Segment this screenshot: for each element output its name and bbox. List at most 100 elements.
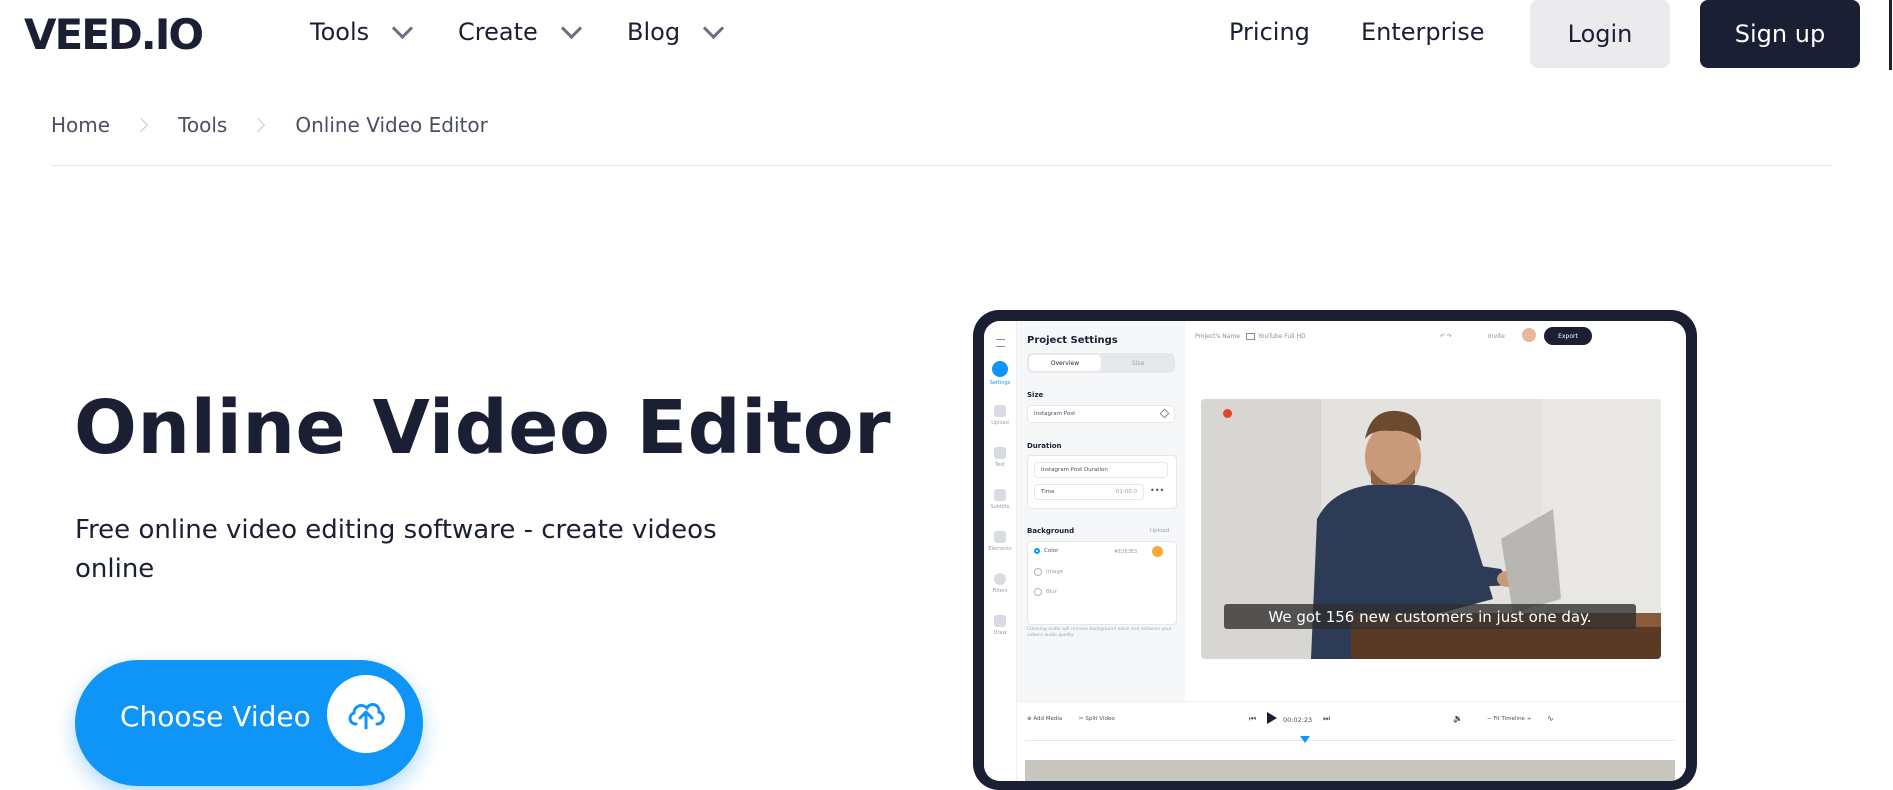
breadcrumb-tools[interactable]: Tools [178,113,227,137]
time-value: 01:00.0 [1115,489,1137,495]
timeline-thumbnails [1025,760,1675,781]
draw-icon [994,615,1006,627]
export-button: Export [1544,327,1592,345]
background-label: Background [1027,527,1075,535]
background-options: Color #E2E3E3 Image Blur [1027,541,1177,625]
size-field: Instagram Post [1027,405,1175,423]
breadcrumb: Home Tools Online Video Editor [51,113,488,137]
skip-forward-icon: ⏭ [1323,714,1331,723]
size-value: Instagram Post [1034,411,1076,417]
tab-size: Size [1131,359,1145,367]
rail-settings: Settings [990,361,1010,386]
color-swatch-icon [1152,546,1163,557]
duration-box: Instagram Post Duration Time 01:00.0 ••• [1027,455,1177,509]
nav-tools-label: Tools [310,18,370,46]
panel-title: Project Settings [1027,335,1118,346]
bg-option-label: Image [1046,569,1064,575]
choose-video-label: Choose Video [120,700,311,733]
panel-note: Cleaning audio will remove background no… [1027,627,1172,638]
invite-label: Invite [1488,333,1505,340]
chevron-down-icon [702,17,725,39]
signup-button[interactable]: Sign up [1700,0,1860,68]
bg-option-label: Blur [1046,589,1058,595]
chevron-right-icon [133,117,149,133]
rail-label: Upload [991,420,1009,426]
tab-overview: Overview [1029,355,1101,371]
add-media-label: Add Media [1033,716,1063,722]
subtitle-icon [994,489,1006,501]
video-preview: We got 156 new customers in just one day… [1201,399,1661,659]
size-label: Size [1027,391,1044,399]
duration-select: Instagram Post Duration [1034,462,1168,478]
upload-icon [994,405,1006,417]
bg-color-hex: #E2E3E3 [1114,549,1138,555]
menu-icon [996,339,1005,347]
time-label: Time [1041,489,1055,495]
volume-icon: 🔉 [1453,714,1463,723]
nav-blog-label: Blog [627,18,681,46]
more-icon: ••• [1150,486,1165,495]
nav-blog[interactable]: Blog [627,17,725,46]
filters-icon [994,573,1006,585]
video-caption: We got 156 new customers in just one day… [1224,604,1636,629]
avatar [1522,328,1536,342]
page-subtitle: Free online video editing software - cre… [75,515,717,584]
rail-label: Subtitle [990,504,1010,510]
login-button[interactable]: Login [1530,0,1670,68]
text-icon [994,447,1006,459]
split-video-label: Split Video [1085,716,1115,722]
choose-video-button[interactable]: Choose Video [75,660,423,786]
nav-tools[interactable]: Tools [310,17,414,46]
format-label: YouTube Full HD [1258,333,1306,340]
duration-value: Instagram Post Duration [1041,467,1108,473]
play-icon [1267,712,1277,724]
chevron-down-icon [560,17,582,39]
scrollbar[interactable] [1889,0,1892,70]
breadcrumb-home[interactable]: Home [51,113,110,137]
rail-filters: Filters [990,573,1010,594]
bg-option-blur: Blur [1034,588,1057,596]
elements-icon [994,531,1006,543]
bg-option-image: Image [1034,568,1063,576]
fit-timeline-label: Fit Timeline [1493,716,1525,722]
upload-link: Upload [1150,528,1170,534]
skip-back-icon: ⏮ [1249,714,1257,723]
record-indicator [1223,409,1232,418]
rail-label: Draw [993,630,1007,636]
rail-label: Filters [992,588,1008,594]
rail-label: Text [994,462,1006,468]
rail-label: Settings [989,380,1011,386]
divider [51,165,1832,166]
radio-icon [1034,588,1042,596]
veed-logo[interactable]: VEED.IO [24,10,204,59]
nav-create[interactable]: Create [458,17,582,46]
breadcrumb-current: Online Video Editor [295,113,488,137]
page-title: Online Video Editor [74,385,892,471]
bg-option-color: Color [1034,548,1058,554]
timeline-ruler [1025,740,1675,741]
radio-checked-icon [1034,548,1040,554]
rail-upload: Upload [990,405,1010,426]
chevron-right-icon [251,117,266,133]
settings-panel: Project Settings Overview Size Size Inst… [1017,321,1185,701]
nav-pricing[interactable]: Pricing [1229,18,1310,46]
radio-icon [1034,568,1042,576]
rail-subtitle: Subtitle [990,489,1010,510]
youtube-icon [1246,333,1255,340]
split-video-button: ✂ Split Video [1079,716,1115,722]
cloud-upload-icon [327,675,405,753]
editor-preview: Settings Upload Text Subtitle Elements F… [984,321,1686,781]
editor-rail: Settings Upload Text Subtitle Elements F… [984,321,1017,781]
chevron-down-icon [392,17,414,39]
bg-option-label: Color [1044,548,1059,554]
format-select: YouTube Full HD [1246,333,1306,340]
playhead-icon [1300,736,1310,743]
playback-controls: ⊕ Add Media ✂ Split Video ⏮ 00:02:23 ⏭ 🔉… [1017,701,1686,781]
rail-text: Text [990,447,1010,468]
pencil-icon [1159,408,1170,419]
nav-create-label: Create [458,18,538,46]
time-field: Time 01:00.0 [1034,484,1144,500]
rail-elements: Elements [988,531,1012,552]
rail-draw: Draw [990,615,1010,636]
nav-enterprise[interactable]: Enterprise [1361,18,1484,46]
